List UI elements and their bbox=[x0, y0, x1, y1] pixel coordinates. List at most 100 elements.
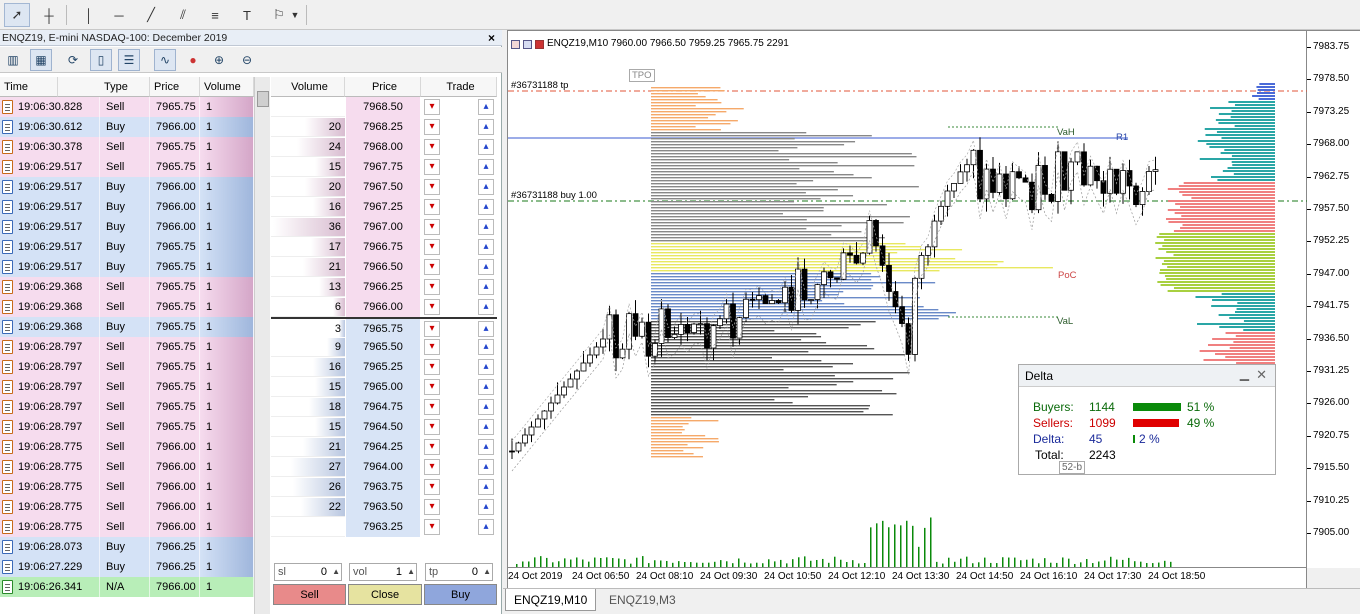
chevron-down-icon[interactable]: ▼ bbox=[288, 3, 302, 27]
table-row[interactable]: 19:06:28.775 Sell 7966.00 1 bbox=[0, 437, 254, 457]
dom-row[interactable]: 3 7965.75 ▾ ▴ bbox=[271, 317, 497, 339]
dom-row[interactable]: 20 7968.25 ▾ ▴ bbox=[271, 117, 497, 137]
col-volume[interactable]: Volume bbox=[200, 77, 254, 97]
spin-arrows-icon[interactable]: ▲ bbox=[483, 564, 491, 580]
price-axis[interactable]: 7983.75 7978.50 7973.25 7968.00 7962.75 7957.… bbox=[1307, 30, 1360, 568]
table-row[interactable]: 19:06:27.229 Buy 7966.25 1 bbox=[0, 557, 254, 577]
dom-price[interactable]: 7964.50 bbox=[346, 417, 420, 437]
sell-limit-icon[interactable]: ▾ bbox=[424, 239, 440, 255]
spin-arrows-icon[interactable]: ▲ bbox=[407, 564, 415, 580]
table-row[interactable]: 19:06:30.612 Buy 7966.00 1 bbox=[0, 117, 254, 137]
table-row[interactable]: 19:06:29.517 Sell 7965.75 1 bbox=[0, 157, 254, 177]
dom-price[interactable]: 7968.00 bbox=[346, 137, 420, 157]
text-tool-icon[interactable]: T bbox=[234, 3, 260, 27]
table-row[interactable]: 19:06:28.775 Sell 7966.00 1 bbox=[0, 477, 254, 497]
dom-row[interactable]: 26 7963.75 ▾ ▴ bbox=[271, 477, 497, 497]
buy-limit-icon[interactable]: ▴ bbox=[478, 179, 494, 195]
dom-row[interactable]: 7968.50 ▾ ▴ bbox=[271, 97, 497, 117]
table-row[interactable]: 19:06:29.517 Buy 7965.75 1 bbox=[0, 237, 254, 257]
dom-row[interactable]: 15 7965.00 ▾ ▴ bbox=[271, 377, 497, 397]
buy-limit-icon[interactable]: ▴ bbox=[478, 499, 494, 515]
buy-limit-icon[interactable]: ▴ bbox=[478, 339, 494, 355]
dom-price[interactable]: 7966.75 bbox=[346, 237, 420, 257]
dom-price[interactable]: 7963.25 bbox=[346, 517, 420, 537]
table-row[interactable]: 19:06:28.797 Sell 7965.75 1 bbox=[0, 397, 254, 417]
chart-icon[interactable]: ▥ bbox=[2, 49, 24, 71]
dom-price[interactable]: 7967.25 bbox=[346, 197, 420, 217]
scroll-thumb[interactable] bbox=[257, 91, 269, 107]
dom-row[interactable]: 16 7967.25 ▾ ▴ bbox=[271, 197, 497, 217]
dom-price[interactable]: 7966.50 bbox=[346, 257, 420, 277]
dom-price[interactable]: 7967.50 bbox=[346, 177, 420, 197]
trades-scrollbar[interactable] bbox=[254, 77, 270, 614]
tab-enqz19-m3[interactable]: ENQZ19,M3 bbox=[601, 589, 684, 611]
vol-field[interactable]: vol 1 ▲ bbox=[349, 563, 417, 581]
sell-limit-icon[interactable]: ▾ bbox=[424, 379, 440, 395]
table-row[interactable]: 19:06:29.517 Buy 7966.00 1 bbox=[0, 177, 254, 197]
table-row[interactable]: 19:06:29.517 Buy 7966.00 1 bbox=[0, 217, 254, 237]
sell-limit-icon[interactable]: ▾ bbox=[424, 199, 440, 215]
table-row[interactable]: 19:06:28.775 Sell 7966.00 1 bbox=[0, 517, 254, 537]
sell-button[interactable]: Sell bbox=[273, 584, 346, 605]
buy-limit-icon[interactable]: ▴ bbox=[478, 439, 494, 455]
dom-row[interactable]: 7963.25 ▾ ▴ bbox=[271, 517, 497, 537]
dom-price[interactable]: 7965.75 bbox=[346, 319, 420, 339]
dom-row[interactable]: 13 7966.25 ▾ ▴ bbox=[271, 277, 497, 297]
sell-limit-icon[interactable]: ▾ bbox=[424, 359, 440, 375]
ticks-icon[interactable]: ∿ bbox=[154, 49, 176, 71]
buy-limit-icon[interactable]: ▴ bbox=[478, 259, 494, 275]
dom-row[interactable]: 36 7967.00 ▾ ▴ bbox=[271, 217, 497, 237]
spin-arrows-icon[interactable]: ▲ bbox=[332, 564, 340, 580]
table-row[interactable]: 19:06:28.797 Sell 7965.75 1 bbox=[0, 337, 254, 357]
buy-button[interactable]: Buy bbox=[424, 584, 497, 605]
table-row[interactable]: 19:06:28.073 Buy 7966.25 1 bbox=[0, 537, 254, 557]
sell-limit-icon[interactable]: ▾ bbox=[424, 519, 440, 535]
sell-limit-icon[interactable]: ▾ bbox=[424, 99, 440, 115]
sell-limit-icon[interactable]: ▾ bbox=[424, 159, 440, 175]
sell-limit-icon[interactable]: ▾ bbox=[424, 499, 440, 515]
table-row[interactable]: 19:06:30.828 Sell 7965.75 1 bbox=[0, 97, 254, 117]
dom-price[interactable]: 7964.25 bbox=[346, 437, 420, 457]
dom-price[interactable]: 7968.25 bbox=[346, 117, 420, 137]
sell-limit-icon[interactable]: ▾ bbox=[424, 179, 440, 195]
tp-line-label[interactable]: #36731188 tp bbox=[511, 80, 568, 91]
sl-field[interactable]: sl 0 ▲ bbox=[274, 563, 342, 581]
dom-price[interactable]: 7963.50 bbox=[346, 497, 420, 517]
col-price[interactable]: Price bbox=[150, 77, 200, 97]
tab-enqz19-m10[interactable]: ENQZ19,M10 bbox=[505, 589, 597, 611]
col-time[interactable]: Time bbox=[0, 77, 58, 97]
dom-price[interactable]: 7964.75 bbox=[346, 397, 420, 417]
table-row[interactable]: 19:06:26.341 N/A 7966.00 1 bbox=[0, 577, 254, 597]
vertical-line-icon[interactable]: │ bbox=[76, 3, 102, 27]
list-icon[interactable]: ☰ bbox=[118, 49, 140, 71]
buy-limit-icon[interactable]: ▴ bbox=[478, 399, 494, 415]
trendline-icon[interactable]: ╱ bbox=[138, 3, 164, 27]
buy-limit-icon[interactable]: ▴ bbox=[478, 459, 494, 475]
cursor-tool-icon[interactable]: ➚ bbox=[4, 3, 30, 27]
sell-limit-icon[interactable]: ▾ bbox=[424, 279, 440, 295]
table-row[interactable]: 19:06:29.368 Buy 7965.75 1 bbox=[0, 317, 254, 337]
col-type[interactable]: Type bbox=[100, 77, 150, 97]
dom-price[interactable]: 7963.75 bbox=[346, 477, 420, 497]
table-row[interactable]: 19:06:28.775 Sell 7966.00 1 bbox=[0, 497, 254, 517]
dom-price[interactable]: 7967.00 bbox=[346, 217, 420, 237]
dom-row[interactable]: 16 7965.25 ▾ ▴ bbox=[271, 357, 497, 377]
buy-line-label[interactable]: #36731188 buy 1.00 bbox=[511, 190, 597, 201]
dom-price[interactable]: 7965.25 bbox=[346, 357, 420, 377]
dom-row[interactable]: 15 7964.50 ▾ ▴ bbox=[271, 417, 497, 437]
close-button[interactable]: Close bbox=[348, 584, 422, 605]
sell-limit-icon[interactable]: ▾ bbox=[424, 439, 440, 455]
table-row[interactable]: 19:06:30.378 Sell 7965.75 1 bbox=[0, 137, 254, 157]
sell-limit-icon[interactable]: ▾ bbox=[424, 339, 440, 355]
sell-limit-icon[interactable]: ▾ bbox=[424, 219, 440, 235]
dom-row[interactable]: 17 7966.75 ▾ ▴ bbox=[271, 237, 497, 257]
zoom-out-icon[interactable]: ⊖ bbox=[236, 49, 258, 71]
dom-row[interactable]: 15 7967.75 ▾ ▴ bbox=[271, 157, 497, 177]
dom-row[interactable]: 20 7967.50 ▾ ▴ bbox=[271, 177, 497, 197]
buy-limit-icon[interactable]: ▴ bbox=[478, 119, 494, 135]
table-row[interactable]: 19:06:28.797 Sell 7965.75 1 bbox=[0, 357, 254, 377]
tp-field[interactable]: tp 0 ▲ bbox=[425, 563, 493, 581]
equidistant-channel-icon[interactable]: ⫽ bbox=[170, 3, 196, 27]
buy-limit-icon[interactable]: ▴ bbox=[478, 321, 494, 337]
horizontal-line-icon[interactable]: ─ bbox=[106, 3, 132, 27]
